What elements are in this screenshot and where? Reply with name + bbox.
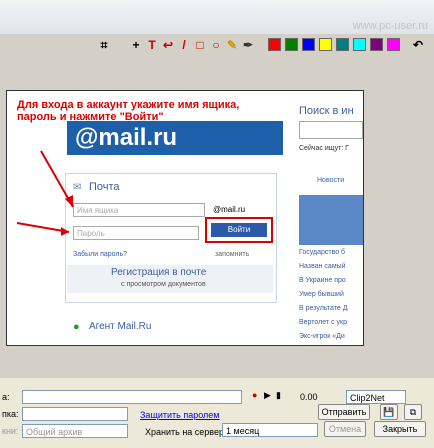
crop-icon[interactable]: ⌗ bbox=[96, 37, 112, 53]
password-protect-link[interactable]: Защитить паролем bbox=[140, 410, 219, 420]
store-label: Хранить на сервере: bbox=[145, 427, 232, 437]
color-magenta[interactable] bbox=[387, 38, 400, 51]
color-purple[interactable] bbox=[370, 38, 383, 51]
row3-label: кни: bbox=[2, 426, 19, 436]
close-button[interactable]: Закрыть bbox=[374, 421, 426, 437]
save-icon[interactable]: 💾 bbox=[380, 404, 398, 420]
watermark: www.pc-user.ru bbox=[352, 20, 428, 32]
color-teal[interactable] bbox=[336, 38, 349, 51]
rect-tool-icon[interactable]: □ bbox=[192, 37, 208, 53]
archive-select[interactable]: Общий архив bbox=[22, 424, 128, 438]
send-button[interactable]: Отправить bbox=[318, 404, 370, 420]
text-tool-icon[interactable]: T bbox=[144, 37, 160, 53]
color-blue[interactable] bbox=[302, 38, 315, 51]
color-green[interactable] bbox=[285, 38, 298, 51]
marker-tool-icon[interactable]: ✎ bbox=[224, 37, 240, 53]
color-yellow[interactable] bbox=[319, 38, 332, 51]
service-select[interactable]: Clip2Net bbox=[346, 390, 406, 404]
annotation-arrows bbox=[16, 150, 74, 236]
screenshot-image: Для входа в аккаунт укажите имя ящика, п… bbox=[6, 90, 364, 346]
time-label: 0.00 bbox=[300, 392, 318, 402]
store-select[interactable]: 1 месяц bbox=[222, 423, 318, 437]
cross-icon[interactable]: + bbox=[128, 37, 144, 53]
ellipse-tool-icon[interactable]: ○ bbox=[208, 37, 224, 53]
folder-select[interactable] bbox=[22, 407, 128, 421]
dropper-tool-icon[interactable]: ✒ bbox=[240, 37, 256, 53]
title-input[interactable] bbox=[22, 390, 242, 404]
copy-icon[interactable]: ⧉ bbox=[404, 404, 422, 420]
record-icon[interactable]: ● bbox=[252, 390, 257, 400]
color-cyan[interactable] bbox=[353, 38, 366, 51]
row1-label: а: bbox=[2, 392, 10, 402]
pause-icon[interactable]: ▮ bbox=[276, 390, 281, 401]
undo-icon[interactable]: ↶ bbox=[410, 37, 426, 53]
pencil-tool-icon[interactable]: / bbox=[176, 37, 192, 53]
color-red[interactable] bbox=[268, 38, 281, 51]
row2-label: пка: bbox=[2, 409, 19, 419]
play-icon[interactable]: ▶ bbox=[264, 390, 271, 401]
arrow-tool-icon[interactable]: ↩ bbox=[160, 37, 176, 53]
title-bar: www.pc-user.ru bbox=[0, 0, 434, 34]
cancel-button[interactable]: Отмена bbox=[324, 421, 366, 437]
